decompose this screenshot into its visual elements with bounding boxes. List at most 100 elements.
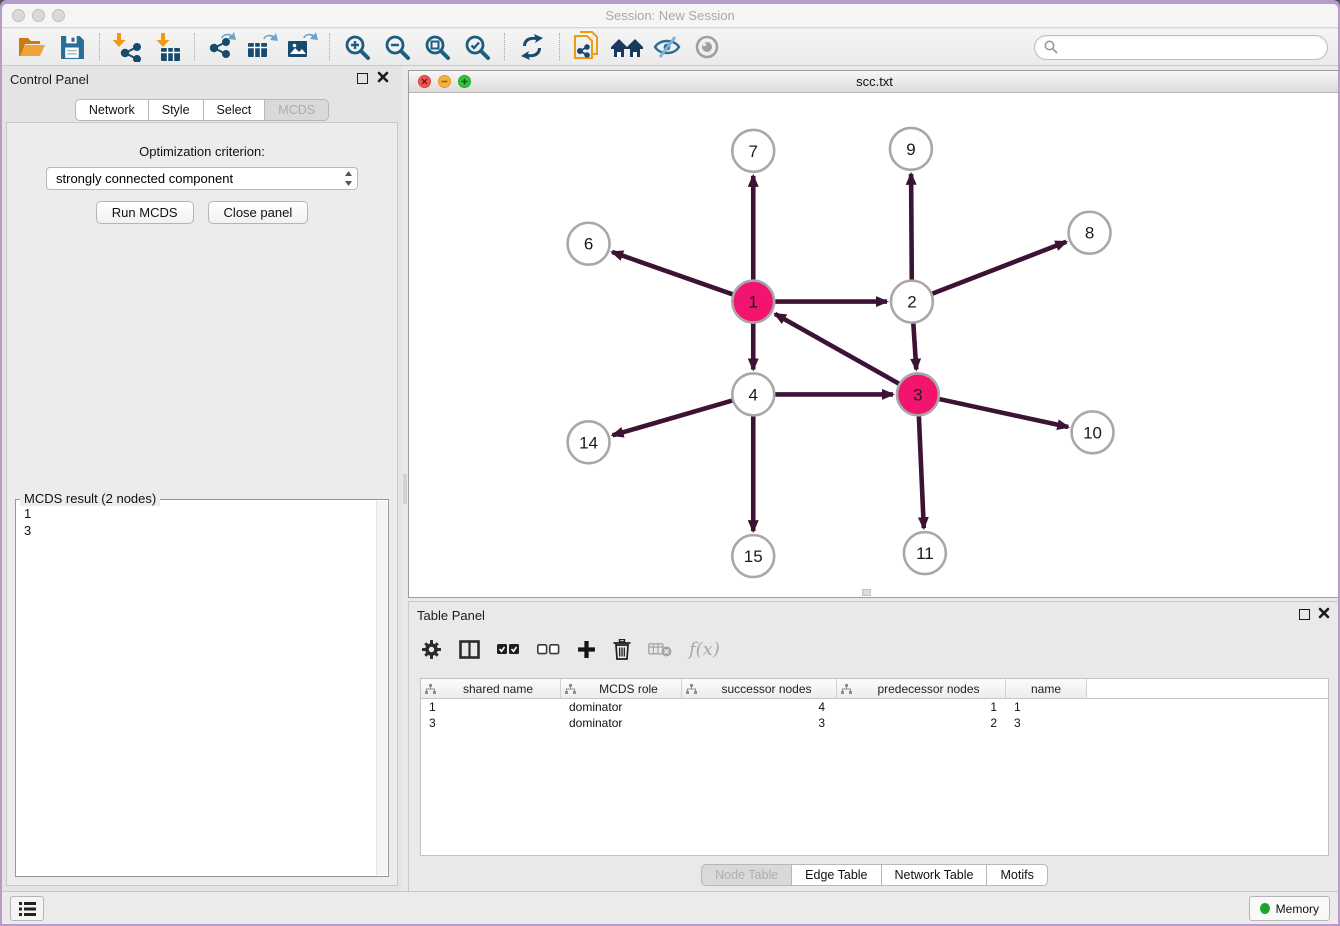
close-panel-button[interactable] [376, 71, 390, 85]
save-session-button[interactable] [52, 31, 92, 64]
zoom-selected-icon [464, 34, 491, 61]
tab-network[interactable]: Network [75, 99, 149, 121]
zoom-in-button[interactable] [337, 31, 377, 64]
zoom-fit-icon [424, 34, 451, 61]
hide-graphics-details-button[interactable] [647, 31, 687, 64]
table-row[interactable]: 1 dominator 4 1 1 [421, 699, 1328, 715]
toolbar-separator [329, 33, 330, 61]
refresh-icon [518, 34, 546, 60]
attribute-tree-icon [425, 684, 436, 694]
close-icon [1318, 607, 1330, 619]
close-table-panel-button[interactable] [1317, 607, 1331, 621]
function-builder-button[interactable]: f(x) [689, 634, 720, 664]
column-header-predecessor-nodes[interactable]: predecessor nodes [837, 679, 1006, 698]
delete-column-button[interactable] [613, 634, 631, 664]
export-network-button[interactable] [202, 31, 242, 64]
cell-successor-nodes[interactable]: 3 [682, 716, 837, 730]
table-options-button[interactable] [421, 634, 442, 664]
tab-motifs[interactable]: Motifs [986, 864, 1047, 886]
graph-edge-2-8[interactable] [932, 242, 1066, 294]
graph-edge-4-14[interactable] [613, 401, 733, 436]
graph-node-label-3: 3 [913, 385, 922, 404]
tab-style[interactable]: Style [148, 99, 204, 121]
export-table-button[interactable] [242, 31, 282, 64]
select-all-rows-button[interactable] [497, 634, 520, 664]
network-canvas[interactable]: 7968124314101511 [409, 93, 1338, 597]
graph-node-label-14: 14 [579, 433, 598, 452]
tab-node-table[interactable]: Node Table [701, 864, 792, 886]
cell-predecessor-nodes[interactable]: 1 [837, 700, 1006, 714]
delete-table-icon [648, 642, 672, 657]
zoom-out-button[interactable] [377, 31, 417, 64]
mcds-buttons-row: Run MCDS Close panel [7, 201, 397, 224]
column-header-name[interactable]: name [1006, 679, 1087, 698]
optimization-criterion-label: Optimization criterion: [7, 144, 397, 159]
network-window-title: scc.txt [409, 74, 1338, 89]
result-scrollbar[interactable] [376, 501, 387, 875]
open-session-button[interactable] [12, 31, 52, 64]
show-graphics-details-button[interactable] [687, 31, 727, 64]
graph-edge-1-6[interactable] [612, 252, 732, 294]
refresh-button[interactable] [512, 31, 552, 64]
control-panel-tabs: Network Style Select MCDS [2, 99, 402, 121]
run-mcds-button[interactable]: Run MCDS [96, 201, 194, 224]
column-header-successor-nodes[interactable]: successor nodes [682, 679, 837, 698]
memory-status-icon [1260, 903, 1270, 914]
tab-edge-table[interactable]: Edge Table [791, 864, 881, 886]
status-bar: Memory [2, 891, 1338, 924]
graph-edge-3-11[interactable] [919, 416, 924, 528]
toolbar-separator [194, 33, 195, 61]
network-document-icon [572, 31, 602, 63]
graph-edge-3-10[interactable] [939, 399, 1068, 427]
close-panel-button2[interactable]: Close panel [208, 201, 309, 224]
cell-name[interactable]: 3 [1006, 716, 1087, 730]
cell-mcds-role[interactable]: dominator [561, 700, 682, 714]
cell-successor-nodes[interactable]: 4 [682, 700, 837, 714]
criterion-select[interactable]: strongly connected component [46, 167, 358, 190]
add-column-button[interactable] [577, 634, 596, 664]
delete-table-button[interactable] [648, 634, 672, 664]
mcds-result-title: MCDS result (2 nodes) [20, 491, 160, 506]
table-row[interactable]: 3 dominator 3 2 3 [421, 715, 1328, 731]
tab-mcds[interactable]: MCDS [264, 99, 329, 121]
show-column-button[interactable] [459, 634, 480, 664]
float-table-panel-button[interactable] [1299, 609, 1310, 620]
save-icon [60, 35, 85, 60]
tab-network-table[interactable]: Network Table [881, 864, 988, 886]
search-input[interactable] [1063, 40, 1318, 55]
import-network-button[interactable] [107, 31, 147, 64]
deselect-all-rows-button[interactable] [537, 634, 560, 664]
graph-edge-3-1[interactable] [775, 314, 899, 384]
export-image-button[interactable] [282, 31, 322, 64]
canvas-resize-handle[interactable] [862, 589, 871, 596]
float-panel-button[interactable] [357, 73, 368, 84]
tab-select[interactable]: Select [203, 99, 266, 121]
memory-button[interactable]: Memory [1249, 896, 1330, 921]
desktop-frame: Session: New Session [0, 0, 1340, 926]
column-header-mcds-role[interactable]: MCDS role [561, 679, 682, 698]
table-header-row: shared name MCDS role successor nodes pr… [421, 679, 1328, 699]
import-table-button[interactable] [147, 31, 187, 64]
new-network-from-selection-button[interactable] [567, 31, 607, 64]
table-panel: Table Panel [408, 601, 1338, 892]
cell-shared-name[interactable]: 3 [421, 716, 561, 730]
graph-edge-2-9[interactable] [911, 174, 912, 280]
zoom-fit-button[interactable] [417, 31, 457, 64]
zoom-selected-button[interactable] [457, 31, 497, 64]
cell-shared-name[interactable]: 1 [421, 700, 561, 714]
plus-icon [577, 640, 596, 659]
cell-name[interactable]: 1 [1006, 700, 1087, 714]
column-header-shared-name[interactable]: shared name [421, 679, 561, 698]
cell-mcds-role[interactable]: dominator [561, 716, 682, 730]
task-history-button[interactable] [10, 896, 44, 921]
search-box[interactable] [1034, 35, 1328, 60]
mcds-result-text[interactable]: 1 3 [16, 500, 388, 544]
network-window-titlebar[interactable]: scc.txt [409, 71, 1338, 93]
splitter-grip[interactable] [403, 474, 407, 504]
cell-predecessor-nodes[interactable]: 2 [837, 716, 1006, 730]
task-list-icon [19, 902, 36, 916]
graph-edge-2-3[interactable] [913, 323, 916, 369]
network-view-window: scc.txt 7968124314101511 [408, 70, 1338, 598]
export-network-icon [207, 32, 237, 62]
home-button[interactable] [607, 31, 647, 64]
